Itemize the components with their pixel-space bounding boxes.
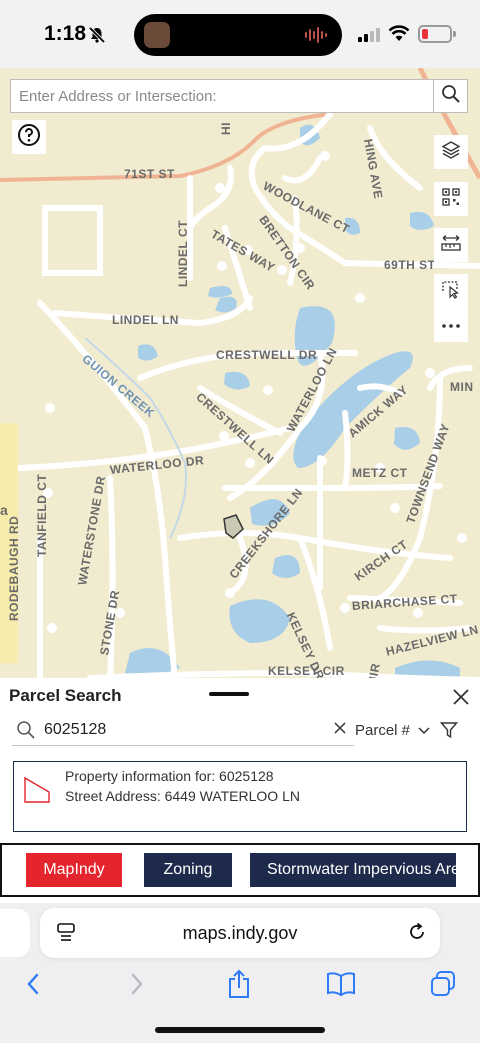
share-icon[interactable]: [224, 969, 254, 999]
measure-button[interactable]: [434, 228, 468, 262]
browser-toolbar: maps.indy.gov: [0, 903, 480, 1043]
tabs-icon[interactable]: [428, 969, 458, 999]
qr-code-button[interactable]: [434, 182, 468, 216]
cellular-signal-icon: [358, 28, 380, 47]
map-label: HI: [219, 122, 233, 135]
map-label: 69TH ST: [384, 258, 436, 272]
search-by-select[interactable]: Parcel #: [355, 722, 430, 739]
result-property-info: Property information for: 6025128: [65, 768, 274, 784]
map-label: KELSEY CIR: [268, 664, 345, 678]
search-icon: [441, 84, 461, 109]
dynamic-island[interactable]: [134, 14, 342, 56]
back-icon[interactable]: [18, 969, 48, 999]
previous-tab-preview[interactable]: [0, 909, 30, 957]
measure-icon: [440, 233, 462, 258]
result-street-address: Street Address: 6449 WATERLOO LN: [65, 788, 300, 804]
map-label: MIN: [450, 380, 474, 394]
clear-search-icon[interactable]: [333, 721, 347, 740]
chevron-down-icon: [418, 722, 430, 739]
bookmarks-icon[interactable]: [326, 969, 356, 999]
forward-icon[interactable]: [122, 969, 152, 999]
map-view[interactable]: 71ST ST WOODLANE CT BRETTON CIR TATES WA…: [0, 68, 480, 680]
select-icon: [441, 279, 461, 304]
address-bar[interactable]: maps.indy.gov: [40, 908, 440, 958]
status-bar: 1:18: [0, 0, 480, 68]
address-search-field[interactable]: [10, 79, 434, 113]
more-button[interactable]: [434, 308, 468, 342]
map-label: METZ CT: [352, 466, 408, 480]
panel-drag-handle[interactable]: [209, 692, 249, 696]
map-label: LINDEL CT: [176, 220, 190, 287]
more-icon: [441, 316, 461, 334]
status-time: 1:18: [44, 22, 87, 45]
address-search-input[interactable]: [11, 80, 433, 112]
parcel-search-input[interactable]: [44, 718, 324, 742]
layers-icon: [441, 140, 461, 165]
parcel-result-card[interactable]: Property information for: 6025128 Street…: [13, 761, 467, 832]
filter-icon[interactable]: [439, 721, 459, 744]
panel-title: Parcel Search: [9, 686, 122, 705]
map-label: RODEBAUGH RD: [7, 515, 21, 621]
parcel-shape-icon: [23, 776, 51, 809]
parcel-search-field[interactable]: [12, 714, 354, 746]
help-icon: [17, 123, 41, 152]
layers-button[interactable]: [434, 135, 468, 169]
map-label: LINDEL LN: [112, 313, 179, 327]
qr-code-icon: [441, 187, 461, 212]
search-by-value: Parcel #: [355, 722, 411, 739]
bell-slash-icon: [88, 26, 106, 49]
map-label: TANFIELD CT: [35, 473, 49, 557]
mapindy-button[interactable]: MapIndy: [26, 853, 122, 887]
quick-links-bar[interactable]: MapIndy Zoning Stormwater Impervious Are: [0, 843, 480, 897]
reload-icon[interactable]: [406, 921, 428, 948]
stormwater-impervious-button[interactable]: Stormwater Impervious Are: [250, 853, 456, 887]
map-label: 71ST ST: [124, 167, 175, 181]
wifi-icon: [388, 24, 410, 47]
parcel-search-panel: Parcel Search Parcel # Propert: [0, 678, 480, 903]
zoning-button[interactable]: Zoning: [144, 853, 232, 887]
help-button[interactable]: [12, 120, 46, 154]
url-text: maps.indy.gov: [182, 923, 298, 943]
search-icon: [16, 720, 36, 745]
audio-waveform-icon: [304, 26, 328, 49]
battery-level: [422, 29, 428, 39]
screen: 1:18 71ST ST WOODLANE CT BRETTON CIR TAT…: [0, 0, 480, 1043]
battery-icon: [418, 25, 456, 43]
close-icon[interactable]: [450, 686, 472, 708]
now-playing-artwork: [144, 22, 170, 48]
map-label: a: [0, 502, 9, 518]
search-button[interactable]: [434, 79, 468, 113]
map-label: CRESTWELL DR: [216, 348, 318, 362]
map-canvas: [0, 68, 480, 680]
home-indicator[interactable]: [155, 1027, 325, 1033]
select-button[interactable]: [434, 274, 468, 308]
